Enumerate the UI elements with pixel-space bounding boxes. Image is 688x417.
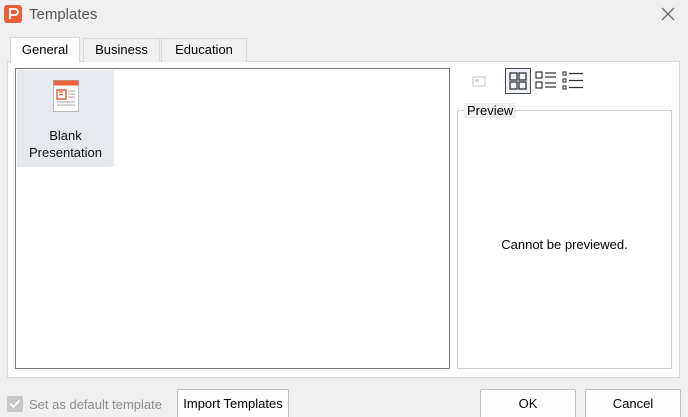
template-item-blank-presentation[interactable]: Blank Presentation xyxy=(17,70,114,167)
tab-label: Business xyxy=(95,42,148,57)
list-view-icon xyxy=(535,71,556,89)
details-view-button[interactable] xyxy=(560,68,586,94)
ok-button[interactable]: OK xyxy=(480,389,576,417)
large-icons-view-icon xyxy=(509,72,527,90)
blank-presentation-icon xyxy=(53,80,79,112)
tab-label: General xyxy=(21,42,69,57)
import-templates-button[interactable]: Import Templates xyxy=(177,389,289,417)
add-image-icon xyxy=(472,76,486,87)
cancel-label: Cancel xyxy=(612,396,654,411)
add-image-button[interactable] xyxy=(466,68,492,94)
checkmark-icon xyxy=(9,399,21,409)
preview-message: Cannot be previewed. xyxy=(501,237,628,252)
tab-general[interactable]: General xyxy=(10,37,80,63)
close-icon xyxy=(661,7,675,21)
tab-business[interactable]: Business xyxy=(83,38,160,62)
presentation-app-icon xyxy=(4,5,22,23)
preview-legend: Preview xyxy=(464,103,517,118)
ok-label: OK xyxy=(518,396,538,411)
details-view-icon xyxy=(562,71,583,90)
tab-education[interactable]: Education xyxy=(161,38,247,62)
template-list[interactable]: Blank Presentation xyxy=(15,68,450,369)
template-label: Blank Presentation xyxy=(29,128,102,160)
title-bar: Templates xyxy=(0,0,688,30)
list-view-button[interactable] xyxy=(533,68,559,94)
large-icons-view-button[interactable] xyxy=(505,68,531,94)
tab-label: Education xyxy=(175,42,233,57)
cancel-button[interactable]: Cancel xyxy=(585,389,681,417)
checkbox-box xyxy=(7,396,23,412)
window-title: Templates xyxy=(29,6,98,23)
default-template-label: Set as default template xyxy=(29,397,162,412)
import-templates-label: Import Templates xyxy=(183,396,283,411)
close-button[interactable] xyxy=(656,2,680,26)
